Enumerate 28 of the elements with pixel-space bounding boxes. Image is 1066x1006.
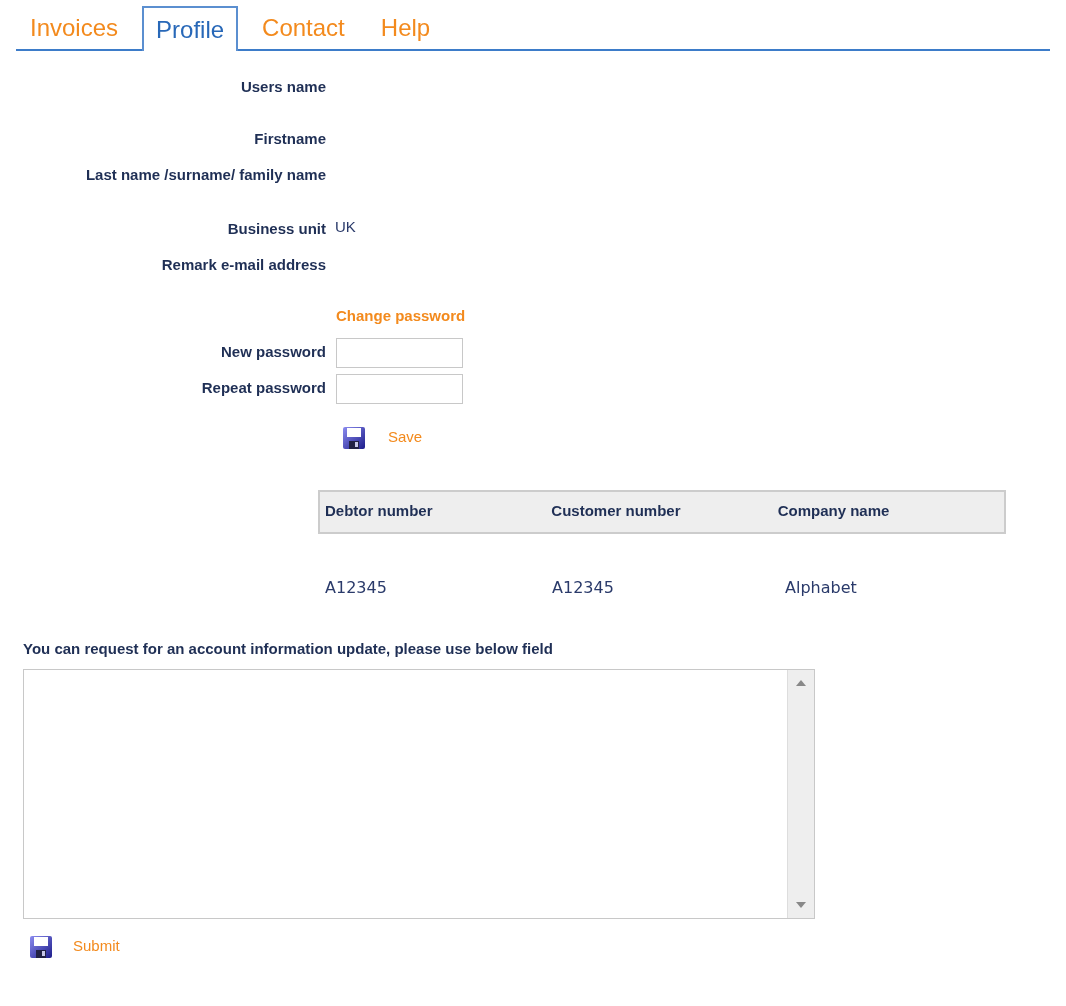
column-header: Customer number (551, 501, 682, 522)
field-label: Firstname (254, 129, 326, 149)
save-link[interactable]: Save (388, 426, 423, 449)
scroll-down-icon[interactable] (796, 901, 806, 908)
field-label: Remark e-mail address (161, 255, 326, 275)
tab[interactable]: Profile (142, 6, 239, 51)
request-instructions: You can request for an account information update, please use below field (23, 639, 553, 657)
submit-link[interactable]: Submit (73, 935, 120, 958)
scrollbar[interactable] (787, 669, 814, 918)
field-label: New password (220, 342, 326, 363)
column-header: Debtor number (325, 501, 434, 522)
tab[interactable]: Invoices (18, 6, 131, 49)
section-title: Change password (336, 306, 466, 326)
password-field[interactable] (336, 373, 463, 404)
scroll-up-icon[interactable] (796, 679, 806, 686)
table-cell-text: Alphabet (784, 576, 858, 599)
field-label: Business unit (227, 219, 326, 239)
column-header: Company name (777, 501, 891, 522)
password-field[interactable] (336, 337, 463, 368)
table-cell-text: A12345 (552, 576, 615, 599)
tab[interactable]: Contact (250, 6, 357, 49)
table-cell-text: A12345 (325, 576, 388, 599)
field-label: Users name (240, 77, 326, 97)
request-text-field[interactable] (23, 668, 815, 919)
field-value: UK (335, 217, 356, 237)
field-label: Repeat password (201, 378, 326, 399)
tab[interactable]: Help (368, 6, 443, 49)
field-label: Last name /surname/ family name (85, 165, 326, 185)
